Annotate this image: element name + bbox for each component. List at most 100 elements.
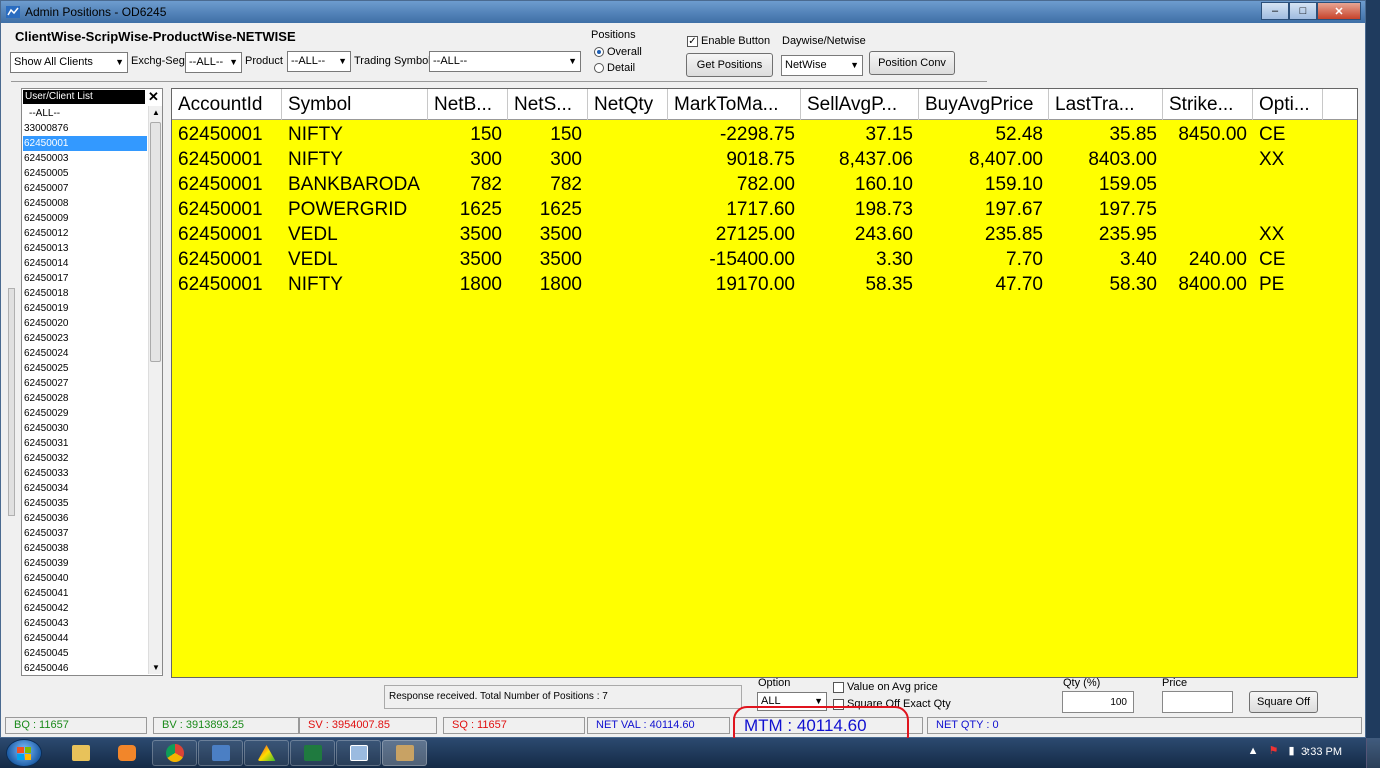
client-list-item[interactable]: 62450031 [23, 436, 147, 451]
column-header[interactable]: NetB... [428, 89, 508, 120]
client-list-item[interactable]: 62450039 [23, 556, 147, 571]
column-header[interactable]: BuyAvgPrice [919, 89, 1049, 120]
column-header[interactable]: LastTra... [1049, 89, 1163, 120]
window-taskbar-icon[interactable] [336, 740, 381, 766]
client-filter-select[interactable]: Show All Clients ▼ [10, 52, 128, 73]
client-list-item[interactable]: 62450012 [23, 226, 147, 241]
qty-input[interactable]: 100 [1062, 691, 1134, 713]
client-list-item[interactable]: 62450038 [23, 541, 147, 556]
client-list-item[interactable]: --ALL-- [23, 106, 147, 121]
client-list-item[interactable]: 62450019 [23, 301, 147, 316]
table-cell: 62450001 [178, 174, 263, 195]
app-taskbar-icon[interactable] [198, 740, 243, 766]
client-list-item[interactable]: 62450042 [23, 601, 147, 616]
client-list-item[interactable]: 62450029 [23, 406, 147, 421]
get-positions-button[interactable]: Get Positions [686, 53, 773, 77]
chrome-taskbar-icon[interactable] [152, 740, 197, 766]
chevron-down-icon: ▼ [115, 57, 124, 67]
client-list-item[interactable]: 62450013 [23, 241, 147, 256]
side-splitter[interactable] [8, 288, 15, 516]
client-list-item[interactable]: 62450040 [23, 571, 147, 586]
table-cell: 8400.00 [1178, 274, 1247, 295]
action-center-icon[interactable]: ⚑ [1269, 744, 1279, 757]
table-row[interactable]: 62450001 VEDL 3500 3500 27125.00 243.60 235.85… [172, 222, 1357, 247]
client-list-item[interactable]: 62450046 [23, 661, 147, 674]
client-list-item[interactable]: 62450025 [23, 361, 147, 376]
client-list-item[interactable]: 62450027 [23, 376, 147, 391]
table-cell: 150 [470, 124, 502, 145]
client-list-item[interactable]: 62450024 [23, 346, 147, 361]
column-header[interactable]: Strike... [1163, 89, 1253, 120]
client-list-item[interactable]: 62450009 [23, 211, 147, 226]
client-list-item[interactable]: 62450030 [23, 421, 147, 436]
client-list-item[interactable]: 62450017 [23, 271, 147, 286]
column-header[interactable]: NetS... [508, 89, 588, 120]
column-header[interactable]: Symbol [282, 89, 428, 120]
client-list-item[interactable]: 62450023 [23, 331, 147, 346]
column-header[interactable]: AccountId [172, 89, 282, 120]
table-row[interactable]: 62450001 VEDL 3500 3500 -15400.00 3.30 7.70 3.4… [172, 247, 1357, 272]
column-header[interactable]: Opti... [1253, 89, 1323, 120]
client-list-item[interactable]: 62450018 [23, 286, 147, 301]
close-icon[interactable]: ✕ [148, 89, 159, 105]
daywise-select[interactable]: NetWise ▼ [781, 55, 863, 76]
positions-detail-radio[interactable]: Detail [594, 62, 635, 74]
show-desktop-button[interactable] [1366, 738, 1380, 768]
close-icon[interactable]: ✕ [1317, 2, 1361, 20]
client-list-item[interactable]: 62450007 [23, 181, 147, 196]
client-list-item[interactable]: 62450033 [23, 466, 147, 481]
client-list-item[interactable]: 62450001 [23, 136, 147, 151]
table-row[interactable]: 62450001 BANKBARODA 782 782 782.00 160.10 159.… [172, 172, 1357, 197]
table-row[interactable]: 62450001 POWERGRID 1625 1625 1717.60 198.73 19… [172, 197, 1357, 222]
client-list-item[interactable]: 62450043 [23, 616, 147, 631]
client-list-scrollbar[interactable]: ▲ ▼ [148, 106, 162, 674]
exchg-seg-value: --ALL-- [189, 56, 224, 68]
media-player-taskbar-icon[interactable] [104, 740, 149, 766]
client-list-item[interactable]: 62450005 [23, 166, 147, 181]
client-list-item[interactable]: 62450020 [23, 316, 147, 331]
client-list-item[interactable]: 62450028 [23, 391, 147, 406]
chevron-down-icon: ▼ [338, 56, 347, 66]
start-button[interactable] [6, 739, 42, 767]
client-list-item[interactable]: 62450008 [23, 196, 147, 211]
product-select[interactable]: --ALL-- ▼ [287, 51, 351, 72]
trading-app-taskbar-icon[interactable] [244, 740, 289, 766]
enable-button-checkbox[interactable]: ✓ Enable Button [687, 35, 770, 47]
client-list-item[interactable]: 62450003 [23, 151, 147, 166]
column-header[interactable]: MarkToMa... [668, 89, 801, 120]
trading-symbol-select[interactable]: --ALL-- ▼ [429, 51, 581, 72]
client-list-item[interactable]: 62450036 [23, 511, 147, 526]
client-list-item[interactable]: 62450037 [23, 526, 147, 541]
client-list-item[interactable]: 62450041 [23, 586, 147, 601]
scroll-down-icon[interactable]: ▼ [152, 663, 160, 672]
client-list-item[interactable]: 62450045 [23, 646, 147, 661]
positions-overall-radio[interactable]: Overall [594, 46, 642, 58]
client-list-item[interactable]: 62450032 [23, 451, 147, 466]
folder-taskbar-icon[interactable] [58, 740, 103, 766]
price-input[interactable] [1162, 691, 1233, 713]
client-list-item[interactable]: 62450035 [23, 496, 147, 511]
network-icon[interactable]: ▮ [1288, 744, 1294, 757]
client-list-item[interactable]: 33000876 [23, 121, 147, 136]
excel-taskbar-icon[interactable] [290, 740, 335, 766]
minimize-icon[interactable]: – [1261, 2, 1289, 20]
scroll-up-icon[interactable]: ▲ [152, 108, 160, 117]
column-header[interactable]: SellAvgP... [801, 89, 919, 120]
column-header[interactable]: NetQty [588, 89, 668, 120]
window-icon [349, 745, 368, 761]
client-list-item[interactable]: 62450044 [23, 631, 147, 646]
square-off-button[interactable]: Square Off [1249, 691, 1318, 713]
client-list-item[interactable]: 62450014 [23, 256, 147, 271]
table-row[interactable]: 62450001 NIFTY 300 300 9018.75 8,437.06 8,407.… [172, 147, 1357, 172]
scroll-thumb[interactable] [150, 122, 161, 362]
positions-taskbar-icon[interactable] [382, 740, 427, 766]
maximize-icon[interactable]: □ [1289, 2, 1317, 20]
table-row[interactable]: 62450001 NIFTY 150 150 -2298.75 37.15 52.48 35.… [172, 122, 1357, 147]
value-on-avg-checkbox[interactable]: Value on Avg price [833, 681, 938, 693]
clock[interactable]: 3:33 PM [1301, 746, 1342, 758]
client-list-item[interactable]: 62450034 [23, 481, 147, 496]
position-conv-button[interactable]: Position Conv [869, 51, 955, 75]
table-row[interactable]: 62450001 NIFTY 1800 1800 19170.00 58.35 47.70 5… [172, 272, 1357, 297]
exchg-seg-select[interactable]: --ALL-- ▼ [185, 52, 242, 73]
tray-arrow-icon[interactable]: ▲ [1248, 745, 1259, 757]
